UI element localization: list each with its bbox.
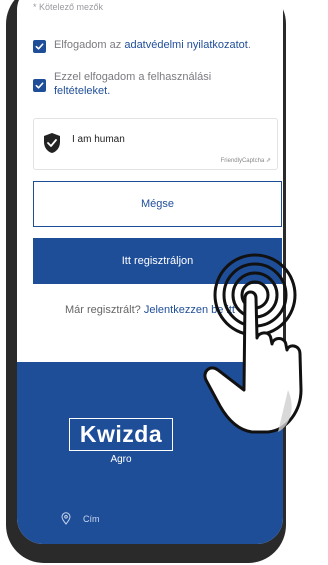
required-fields-note: * Kötelező mezők — [33, 2, 104, 12]
privacy-suffix: . — [247, 39, 251, 51]
terms-checkbox[interactable] — [33, 79, 46, 92]
privacy-policy-link[interactable]: adatvédelmi nyilatkozatot — [124, 39, 248, 51]
checkmark-icon — [35, 82, 44, 89]
privacy-consent-row[interactable]: Elfogadom az adatvédelmi nyilatkozatot. — [33, 38, 251, 53]
shield-check-icon — [44, 133, 60, 153]
captcha-brand-link[interactable]: FriendlyCaptcha ⇗ — [221, 157, 271, 164]
privacy-prefix: Elfogadom az — [54, 39, 125, 51]
location-pin-icon — [61, 512, 71, 525]
terms-prefix: Ezzel elfogadom a felhasználási — [54, 71, 212, 83]
cancel-button[interactable]: Mégse — [33, 181, 282, 227]
checkmark-icon — [35, 43, 44, 50]
address-label: Cím — [83, 513, 100, 524]
tap-gesture-hand-icon — [203, 253, 303, 434]
terms-suffix: . — [107, 85, 111, 97]
address-item[interactable]: Cím — [61, 512, 100, 525]
login-prefix: Már regisztrált? — [65, 304, 144, 316]
terms-consent-row[interactable]: Ezzel elfogadom a felhasználási feltétel… — [33, 70, 259, 98]
privacy-consent-text: Elfogadom az adatvédelmi nyilatkozatot. — [54, 38, 251, 52]
kwizda-logo[interactable]: Kwizda — [69, 418, 173, 451]
terms-link[interactable]: feltételeket — [54, 85, 107, 97]
captcha-widget[interactable]: I am human FriendlyCaptcha ⇗ — [33, 118, 278, 170]
privacy-checkbox[interactable] — [33, 40, 46, 53]
terms-consent-text: Ezzel elfogadom a felhasználási feltétel… — [54, 70, 259, 98]
captcha-label: I am human — [72, 134, 125, 145]
logo-subtitle: Agro — [110, 454, 132, 465]
